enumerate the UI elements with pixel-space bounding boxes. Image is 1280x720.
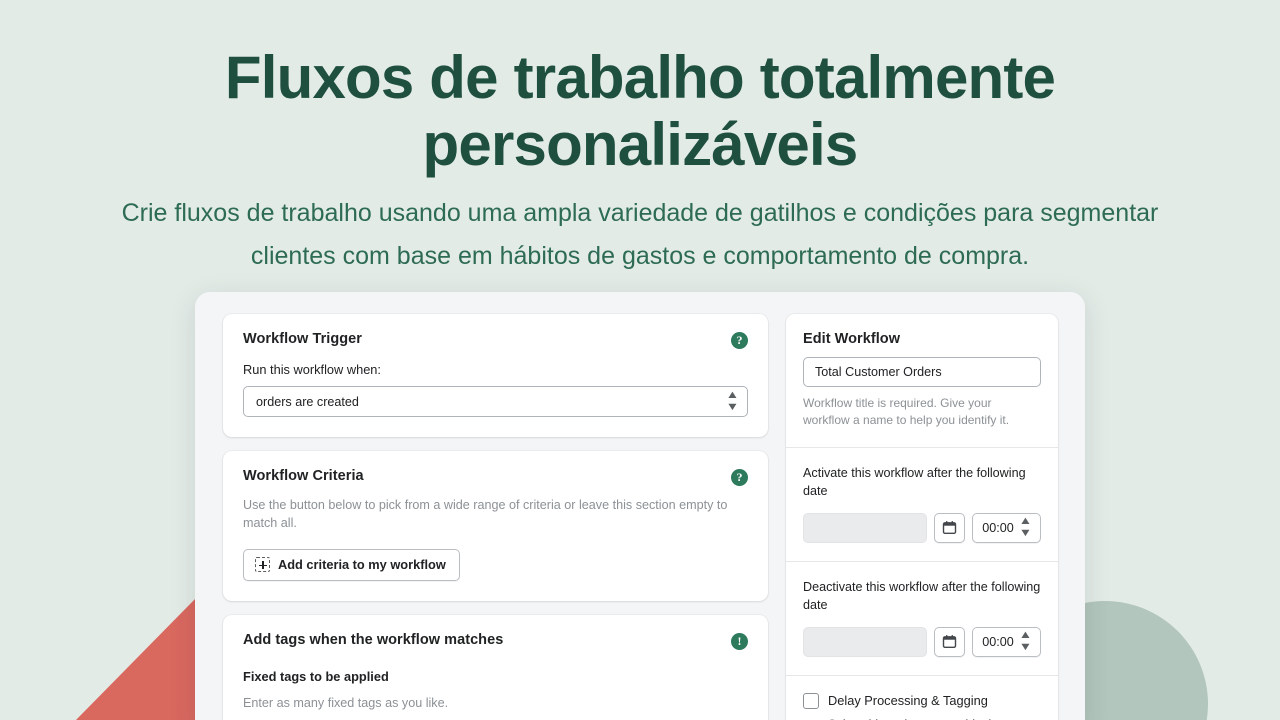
activate-date-input[interactable] bbox=[803, 512, 927, 543]
activate-time-input[interactable]: 00:00 ▲ ▼ bbox=[972, 512, 1041, 543]
add-tags-title: Add tags when the workflow matches bbox=[243, 631, 504, 648]
fixed-tags-helper: Enter as many fixed tags as you like. bbox=[243, 695, 449, 710]
deactivate-date-label: Deactivate this workflow after the follo… bbox=[803, 579, 1041, 612]
workflow-name-input[interactable]: Total Customer Orders bbox=[803, 357, 1041, 387]
workflow-name-value: Total Customer Orders bbox=[815, 365, 942, 379]
activate-date-label: Activate this workflow after the followi… bbox=[803, 466, 1026, 498]
question-mark-icon[interactable]: ? bbox=[731, 332, 748, 349]
app-window-mockup: Workflow Trigger ? Run this workflow whe… bbox=[195, 292, 1085, 720]
dashed-plus-icon bbox=[255, 557, 270, 573]
edit-workflow-panel: Edit Workflow Total Customer Orders Work… bbox=[786, 314, 1058, 720]
workflow-editor-column: Workflow Trigger ? Run this workflow whe… bbox=[223, 314, 768, 720]
edit-workflow-title: Edit Workflow bbox=[803, 331, 901, 347]
workflow-name-help: Workflow title is required. Give your wo… bbox=[803, 396, 1010, 428]
checkbox-unchecked-icon[interactable] bbox=[803, 692, 819, 709]
calendar-icon[interactable] bbox=[934, 512, 965, 543]
add-criteria-button-label: Add criteria to my workflow bbox=[278, 557, 446, 573]
delay-processing-section: Delay Processing & Tagging Select this o… bbox=[786, 676, 1058, 720]
run-workflow-when-label: Run this workflow when: bbox=[243, 362, 381, 377]
workflow-trigger-header: Workflow Trigger ? bbox=[243, 331, 748, 349]
delay-processing-help: Select this option to override the bbox=[828, 716, 1041, 720]
activate-time-value: 00:00 bbox=[982, 520, 1014, 535]
edit-workflow-column: Edit Workflow Total Customer Orders Work… bbox=[786, 314, 1058, 720]
add-tags-header: Add tags when the workflow matches ! bbox=[243, 632, 748, 650]
fixed-tags-subtitle: Fixed tags to be applied bbox=[243, 668, 389, 684]
activate-date-section: Activate this workflow after the followi… bbox=[786, 448, 1058, 562]
updown-chevron-icon: ▲ ▼ bbox=[1018, 629, 1033, 654]
deactivate-date-row: 00:00 ▲ ▼ bbox=[803, 626, 1041, 657]
deactivate-time-value: 00:00 bbox=[982, 634, 1014, 649]
workflow-criteria-title: Workflow Criteria bbox=[243, 468, 364, 484]
red-triangle-shape bbox=[74, 598, 196, 720]
trigger-select[interactable]: orders are created ▲ ▼ bbox=[243, 386, 748, 417]
delay-processing-checkbox-row[interactable]: Delay Processing & Tagging bbox=[803, 692, 1041, 709]
workflow-name-section: Edit Workflow Total Customer Orders Work… bbox=[786, 314, 1058, 449]
add-tags-card: Add tags when the workflow matches ! Fix… bbox=[223, 614, 768, 720]
deactivate-time-input[interactable]: 00:00 ▲ ▼ bbox=[972, 626, 1041, 657]
workflow-criteria-card: Workflow Criteria ? Use the button below… bbox=[223, 451, 768, 601]
calendar-icon[interactable] bbox=[934, 626, 965, 657]
updown-chevron-icon: ▲ ▼ bbox=[725, 389, 740, 413]
deactivate-date-input[interactable] bbox=[803, 626, 927, 657]
delay-processing-label: Delay Processing & Tagging bbox=[828, 693, 988, 709]
add-criteria-button[interactable]: Add criteria to my workflow bbox=[243, 548, 460, 581]
workflow-trigger-title: Workflow Trigger bbox=[243, 331, 362, 347]
workflow-criteria-description: Use the button below to pick from a wide… bbox=[243, 498, 728, 530]
page-subtitle: Crie fluxos de trabalho usando uma ampla… bbox=[121, 199, 1159, 271]
hero-section: Fluxos de trabalho totalmente personaliz… bbox=[0, 0, 1280, 278]
info-exclamation-icon[interactable]: ! bbox=[731, 632, 748, 650]
updown-chevron-icon: ▲ ▼ bbox=[1018, 515, 1033, 540]
workflow-trigger-card: Workflow Trigger ? Run this workflow whe… bbox=[223, 314, 768, 437]
page-title: Fluxos de trabalho totalmente personaliz… bbox=[224, 44, 1056, 179]
deactivate-date-section: Deactivate this workflow after the follo… bbox=[786, 562, 1058, 676]
question-mark-icon[interactable]: ? bbox=[731, 469, 748, 486]
activate-date-row: 00:00 ▲ ▼ bbox=[803, 512, 1041, 543]
workflow-criteria-header: Workflow Criteria ? bbox=[243, 468, 748, 486]
trigger-select-value: orders are created bbox=[256, 394, 359, 409]
